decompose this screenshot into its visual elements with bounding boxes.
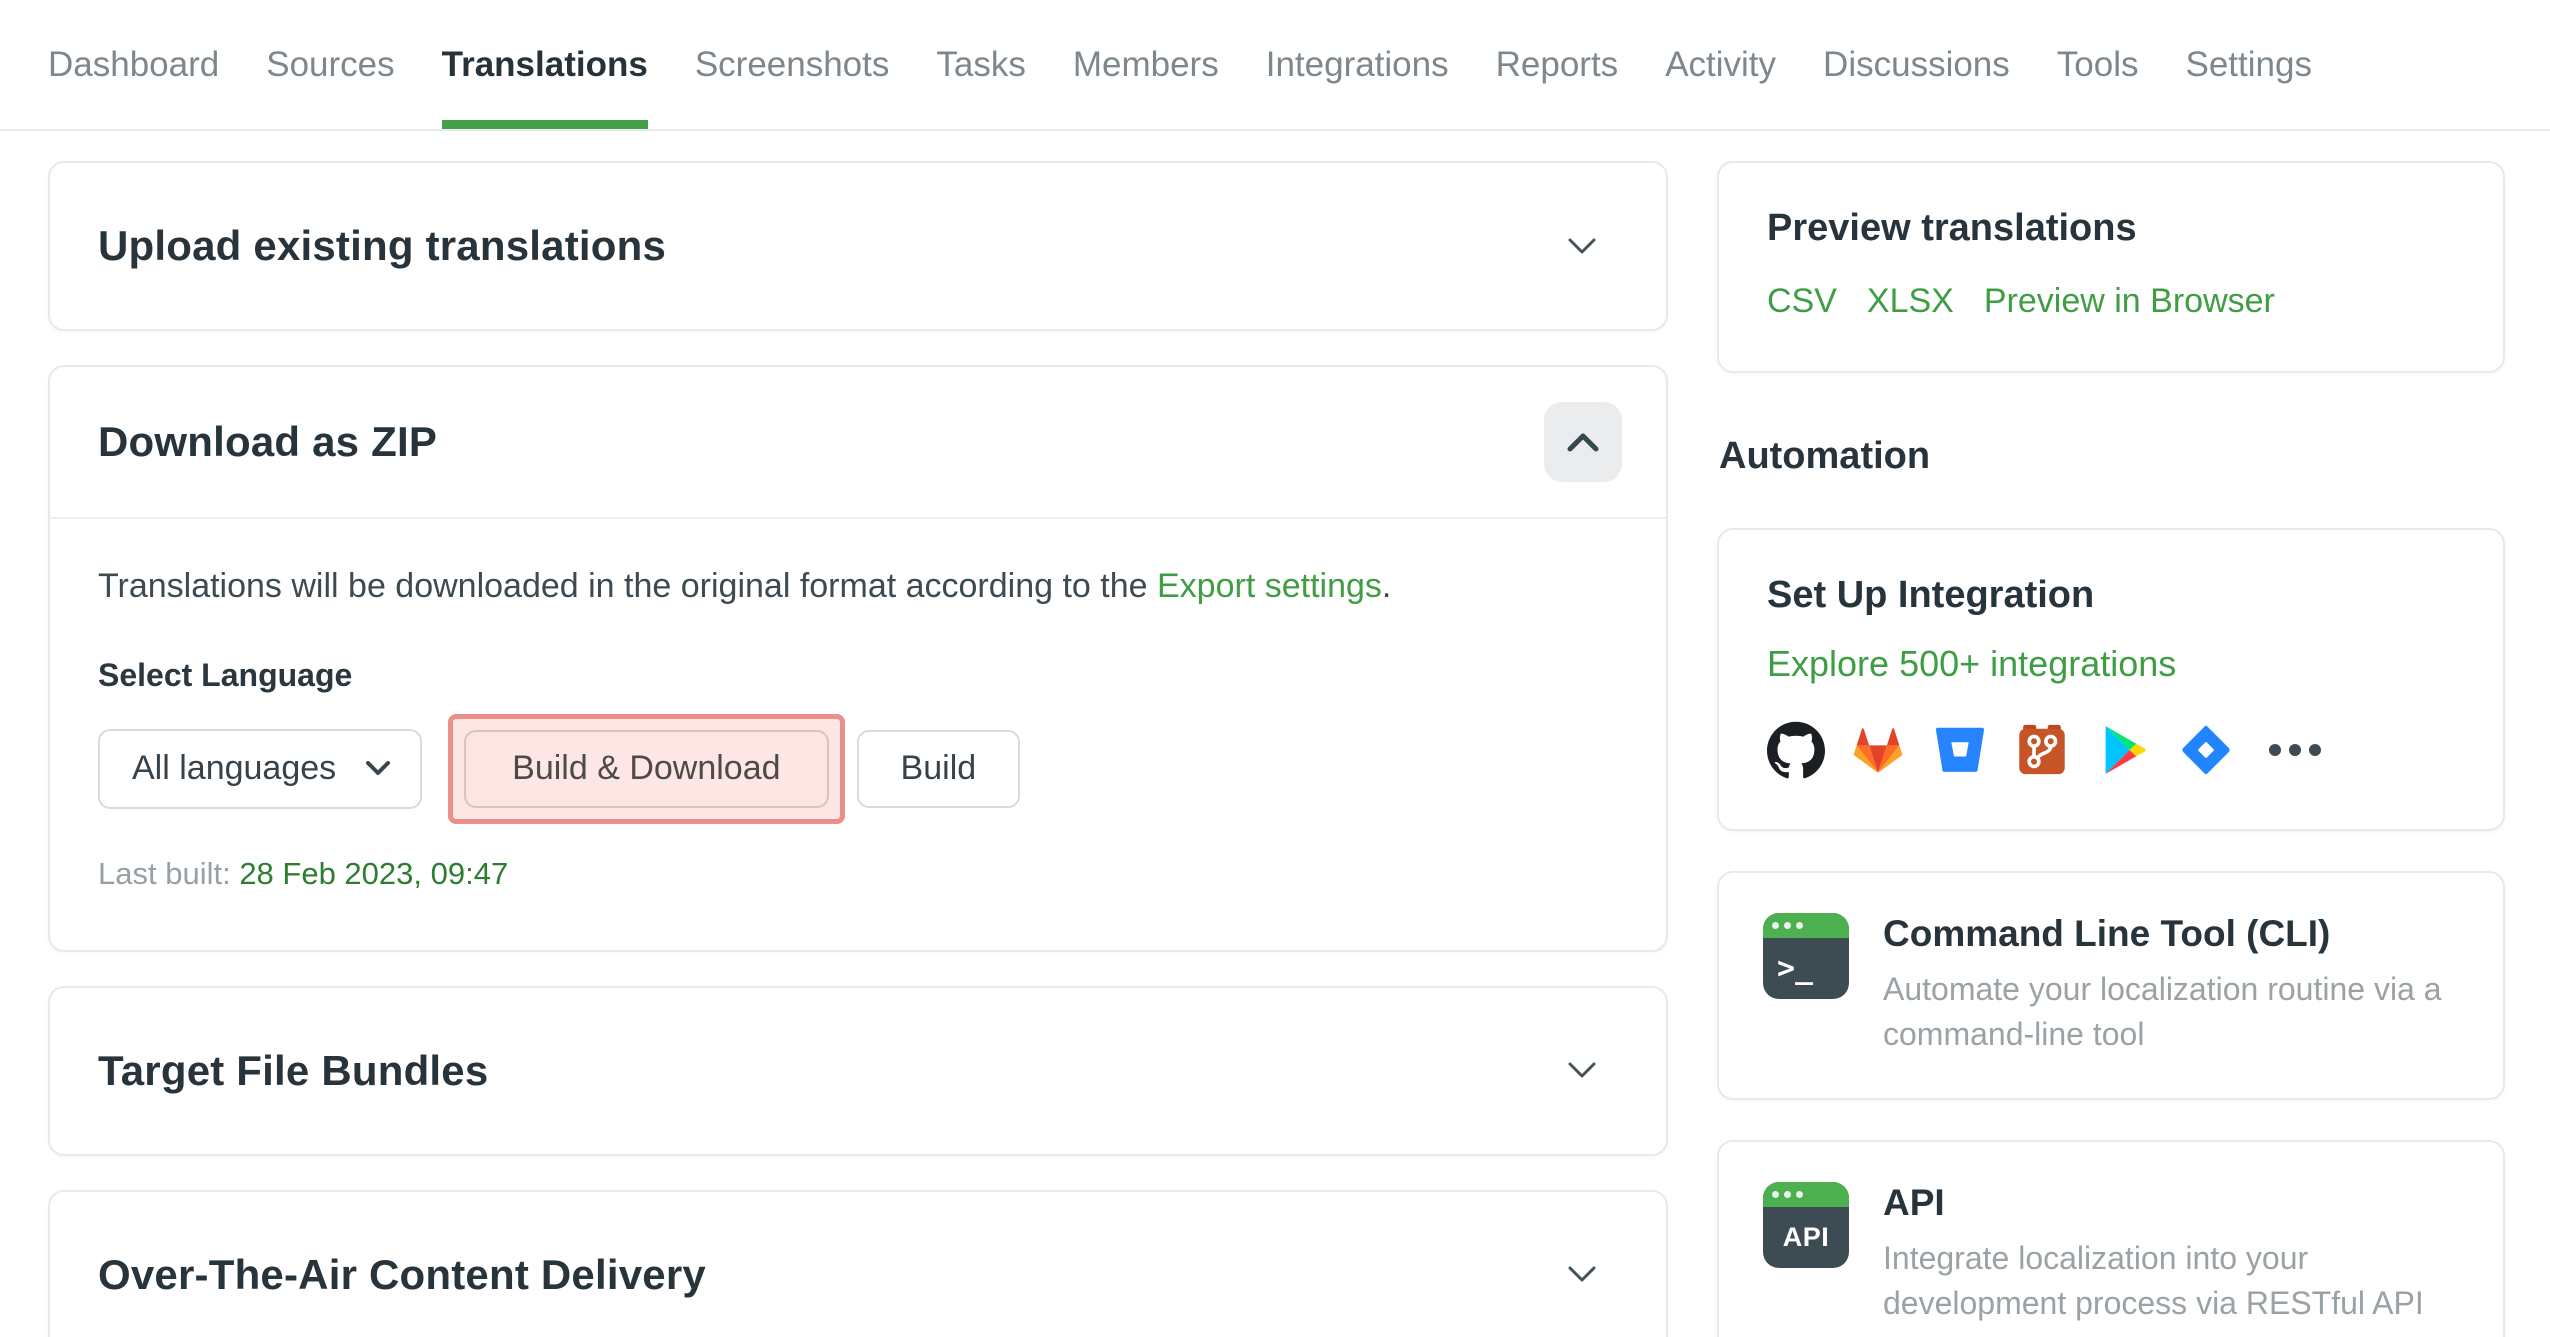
integration-icons-row: [1767, 721, 2455, 779]
cli-card-title: Command Line Tool (CLI): [1883, 913, 2331, 954]
chevron-down-icon: [1568, 238, 1596, 253]
api-card-title: API: [1883, 1181, 1945, 1223]
preview-links-row: CSV XLSX Preview in Browser: [1767, 282, 2455, 321]
panel-title: Upload existing translations: [98, 222, 667, 269]
tab-translations[interactable]: Translations: [441, 0, 648, 129]
tab-reports[interactable]: Reports: [1496, 0, 1619, 129]
project-tabs: Dashboard Sources Translations Screensho…: [0, 0, 2550, 131]
api-terminal-icon: API: [1763, 1181, 1849, 1268]
download-panel-header[interactable]: Download as ZIP: [50, 367, 1666, 519]
automation-heading: Automation: [1719, 435, 1931, 477]
description-period: .: [1381, 567, 1392, 605]
preview-translations-card: Preview translations CSV XLSX Preview in…: [1717, 161, 2505, 373]
cli-card-text: Command Line Tool (CLI) Automate your lo…: [1883, 913, 2459, 1058]
more-integrations-icon[interactable]: [2269, 744, 2321, 756]
download-panel-body: Translations will be downloaded in the o…: [50, 519, 1666, 950]
api-card-text: API Integrate localization into your dev…: [1883, 1182, 2459, 1327]
gitlab-icon[interactable]: [1849, 721, 1907, 779]
description-text: Translations will be downloaded in the o…: [98, 567, 1157, 605]
build-button[interactable]: Build: [856, 729, 1021, 808]
tab-tools[interactable]: Tools: [2057, 0, 2139, 129]
translations-main-column: Upload existing translations Download as…: [48, 161, 1668, 1337]
git-icon[interactable]: [2013, 721, 2071, 779]
set-up-integration-title: Set Up Integration: [1767, 574, 2095, 616]
tab-integrations[interactable]: Integrations: [1266, 0, 1449, 129]
csv-link[interactable]: CSV: [1767, 282, 1837, 321]
jira-icon[interactable]: [2177, 721, 2235, 779]
set-up-integration-card: Set Up Integration Explore 500+ integrat…: [1717, 528, 2505, 831]
sidebar: Preview translations CSV XLSX Preview in…: [1717, 161, 2505, 1337]
export-settings-link[interactable]: Export settings: [1157, 567, 1382, 605]
tab-discussions[interactable]: Discussions: [1823, 0, 2010, 129]
last-built-status: Last built: 28 Feb 2023, 09:47: [98, 856, 1618, 892]
tab-members[interactable]: Members: [1073, 0, 1219, 129]
build-and-download-button[interactable]: Build & Download: [464, 729, 829, 808]
api-tool-card[interactable]: API API Integrate localization into your…: [1717, 1139, 2505, 1337]
panel-title: Download as ZIP: [98, 418, 438, 465]
xlsx-link[interactable]: XLSX: [1867, 282, 1954, 321]
download-as-zip-panel: Download as ZIP Translations will be dow…: [48, 365, 1668, 952]
build-download-highlight: Build & Download: [448, 713, 845, 824]
target-file-bundles-panel[interactable]: Target File Bundles: [48, 985, 1668, 1156]
last-built-label: Last built:: [98, 855, 240, 891]
tab-activity[interactable]: Activity: [1665, 0, 1776, 129]
select-language-label: Select Language: [98, 656, 353, 693]
cli-terminal-icon: >_: [1763, 913, 1849, 999]
panel-title: Target File Bundles: [98, 1046, 489, 1094]
preview-in-browser-link[interactable]: Preview in Browser: [1984, 282, 2275, 321]
chevron-down-icon: [366, 761, 391, 776]
chevron-down-icon: [1568, 1266, 1596, 1282]
collapse-panel-button[interactable]: [1544, 402, 1622, 482]
api-card-description: Integrate localization into your develop…: [1883, 1239, 2424, 1322]
tab-settings[interactable]: Settings: [2186, 0, 2312, 129]
panel-title: Over-The-Air Content Delivery: [98, 1250, 706, 1298]
tab-screenshots[interactable]: Screenshots: [695, 0, 890, 129]
chevron-up-icon: [1567, 433, 1599, 451]
language-select[interactable]: All languages: [98, 728, 423, 809]
preview-translations-title: Preview translations: [1767, 207, 2137, 249]
bitbucket-icon[interactable]: [1931, 721, 1989, 779]
language-select-value: All languages: [132, 749, 337, 788]
tab-dashboard[interactable]: Dashboard: [48, 0, 219, 129]
download-description: Translations will be downloaded in the o…: [98, 563, 1618, 611]
build-controls-row: All languages Build & Download Build: [98, 713, 1618, 824]
page-content: Upload existing translations Download as…: [0, 131, 2550, 1337]
cli-card-description: Automate your localization routine via a…: [1883, 971, 2442, 1053]
explore-integrations-link[interactable]: Explore 500+ integrations: [1767, 643, 2176, 685]
chevron-down-icon: [1568, 1062, 1596, 1078]
tab-sources[interactable]: Sources: [266, 0, 394, 129]
tab-tasks[interactable]: Tasks: [936, 0, 1025, 129]
last-built-date: 28 Feb 2023, 09:47: [239, 855, 509, 891]
upload-existing-translations-panel[interactable]: Upload existing translations: [48, 161, 1668, 331]
google-play-icon[interactable]: [2095, 721, 2153, 779]
over-the-air-content-delivery-panel[interactable]: Over-The-Air Content Delivery: [48, 1189, 1668, 1337]
github-icon[interactable]: [1767, 721, 1825, 779]
cli-tool-card[interactable]: >_ Command Line Tool (CLI) Automate your…: [1717, 871, 2505, 1100]
